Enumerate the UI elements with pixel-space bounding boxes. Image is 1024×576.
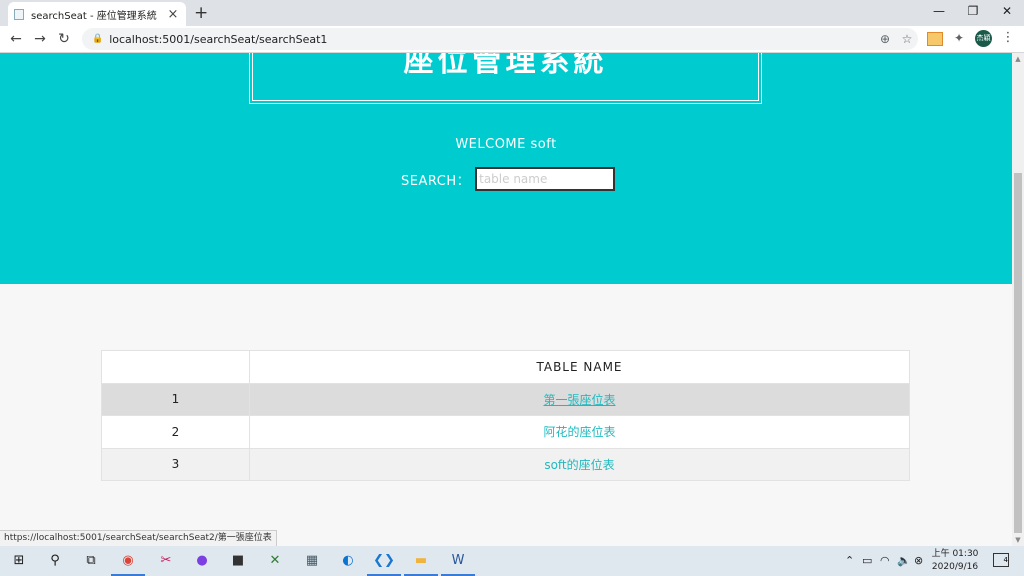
row-index: 3 <box>101 447 250 481</box>
table-header-row: TABLE NAME <box>101 350 910 384</box>
restore-icon[interactable]: ❐ <box>956 0 990 24</box>
row-name-cell: soft的座位表 <box>249 447 910 481</box>
page-title: 座位管理系統 <box>403 53 608 79</box>
seat-table-link[interactable]: 阿花的座位表 <box>543 425 615 439</box>
wifi-icon[interactable]: ◠ <box>880 546 890 576</box>
clock-time: 上午 01:30 <box>931 549 979 559</box>
lock-icon: 🔒 <box>92 34 104 44</box>
tools-icon[interactable]: ✕ <box>264 550 286 572</box>
row-index: 1 <box>101 382 250 416</box>
reload-icon[interactable]: ↻ <box>54 30 74 48</box>
hero-banner: 座位管理系統 WELCOME soft SEARCH： <box>0 53 1012 284</box>
battery-icon[interactable]: ▭ <box>862 546 872 576</box>
tray-chevron-icon[interactable]: ⌃ <box>845 546 854 576</box>
row-name-cell: 第一張座位表 <box>249 382 910 416</box>
search-label: SEARCH： <box>401 173 471 189</box>
ime-icon[interactable]: ⊗ <box>914 546 923 576</box>
vscode-icon[interactable]: ❮❯ <box>367 550 401 576</box>
row-name-cell: 阿花的座位表 <box>249 415 910 449</box>
task-view-icon[interactable]: ⧉ <box>80 550 102 572</box>
back-icon[interactable]: ← <box>6 30 26 48</box>
sticky-notes-icon[interactable]: ■ <box>227 550 249 572</box>
page-favicon-icon <box>14 8 24 20</box>
taskbar-clock[interactable]: 上午 01:30 2020/9/16 <box>930 548 980 574</box>
table-row: 2 阿花的座位表 <box>101 415 910 449</box>
chrome-icon[interactable]: ◉ <box>111 550 145 576</box>
scroll-up-icon[interactable]: ▲ <box>1012 55 1024 63</box>
windows-start-icon[interactable]: ⊞ <box>8 550 30 572</box>
volume-icon[interactable]: 🔈 <box>897 546 911 576</box>
scroll-down-icon[interactable]: ▼ <box>1012 536 1024 544</box>
title-frame: 座位管理系統 <box>249 53 762 104</box>
seat-table: TABLE NAME 1 第一張座位表 2 阿花的座位表 3 soft的座位表 <box>101 350 910 481</box>
window-controls: — ❐ ✕ <box>922 0 1024 24</box>
extensions-puzzle-icon[interactable]: ✦ <box>950 31 968 45</box>
seat-table-link[interactable]: 第一張座位表 <box>543 393 615 407</box>
link-status-bar: https://localhost:5001/searchSeat/search… <box>0 530 277 546</box>
scrollbar-thumb[interactable] <box>1014 173 1022 533</box>
browser-toolbar: ← → ↻ 🔒 localhost:5001/searchSeat/search… <box>0 26 1024 53</box>
file-explorer-icon[interactable]: ▬ <box>404 550 438 576</box>
paint-icon[interactable]: ● <box>191 550 213 572</box>
tab-close-icon[interactable]: × <box>166 7 180 22</box>
edge-icon[interactable]: ◐ <box>337 550 359 572</box>
page-scrollbar[interactable]: ▲ ▼ <box>1012 53 1024 546</box>
forward-icon[interactable]: → <box>30 30 50 48</box>
index-header <box>101 350 250 384</box>
minimize-icon[interactable]: — <box>922 0 956 24</box>
search-icon[interactable]: ⚲ <box>44 550 66 572</box>
row-index: 2 <box>101 415 250 449</box>
profile-avatar[interactable]: 杰穎 <box>975 30 992 47</box>
bookmark-star-icon[interactable]: ☆ <box>896 32 918 46</box>
browser-tabstrip: searchSeat - 座位管理系統 × + — ❐ ✕ <box>0 0 1024 26</box>
welcome-text: WELCOME soft <box>455 137 557 152</box>
search-input[interactable] <box>475 167 616 191</box>
zoom-icon[interactable]: ⊕ <box>874 32 896 46</box>
table-row: 1 第一張座位表 <box>101 382 910 416</box>
word-icon[interactable]: W <box>441 550 475 576</box>
calculator-icon[interactable]: ▦ <box>301 550 323 572</box>
window-close-icon[interactable]: ✕ <box>990 0 1024 24</box>
seat-table-link[interactable]: soft的座位表 <box>544 458 614 472</box>
notification-center-icon[interactable]: 4 <box>993 553 1009 567</box>
extension-icon[interactable] <box>927 32 943 46</box>
page-viewport: 座位管理系統 WELCOME soft SEARCH： TABLE NAME 1… <box>0 53 1012 546</box>
snipping-tool-icon[interactable]: ✂ <box>155 550 177 572</box>
table-row: 3 soft的座位表 <box>101 447 910 481</box>
clock-date: 2020/9/16 <box>931 562 979 572</box>
browser-tab[interactable]: searchSeat - 座位管理系統 × <box>8 2 186 26</box>
windows-taskbar: ⊞ ⚲ ⧉ ◉ ✂ ● ■ ✕ ▦ ◐ ❮❯ ▬ W ⌃ ▭ ◠ 🔈 ⊗ 上午 … <box>0 546 1024 576</box>
search-row: SEARCH： <box>401 167 616 191</box>
new-tab-icon[interactable]: + <box>194 3 208 23</box>
browser-menu-icon[interactable]: ⋮ <box>1001 30 1015 45</box>
tab-title: searchSeat - 座位管理系統 <box>31 10 157 22</box>
table-name-header: TABLE NAME <box>249 350 910 384</box>
url-text: localhost:5001/searchSeat/searchSeat1 <box>109 32 328 46</box>
address-bar[interactable]: 🔒 localhost:5001/searchSeat/searchSeat1 … <box>82 28 918 50</box>
